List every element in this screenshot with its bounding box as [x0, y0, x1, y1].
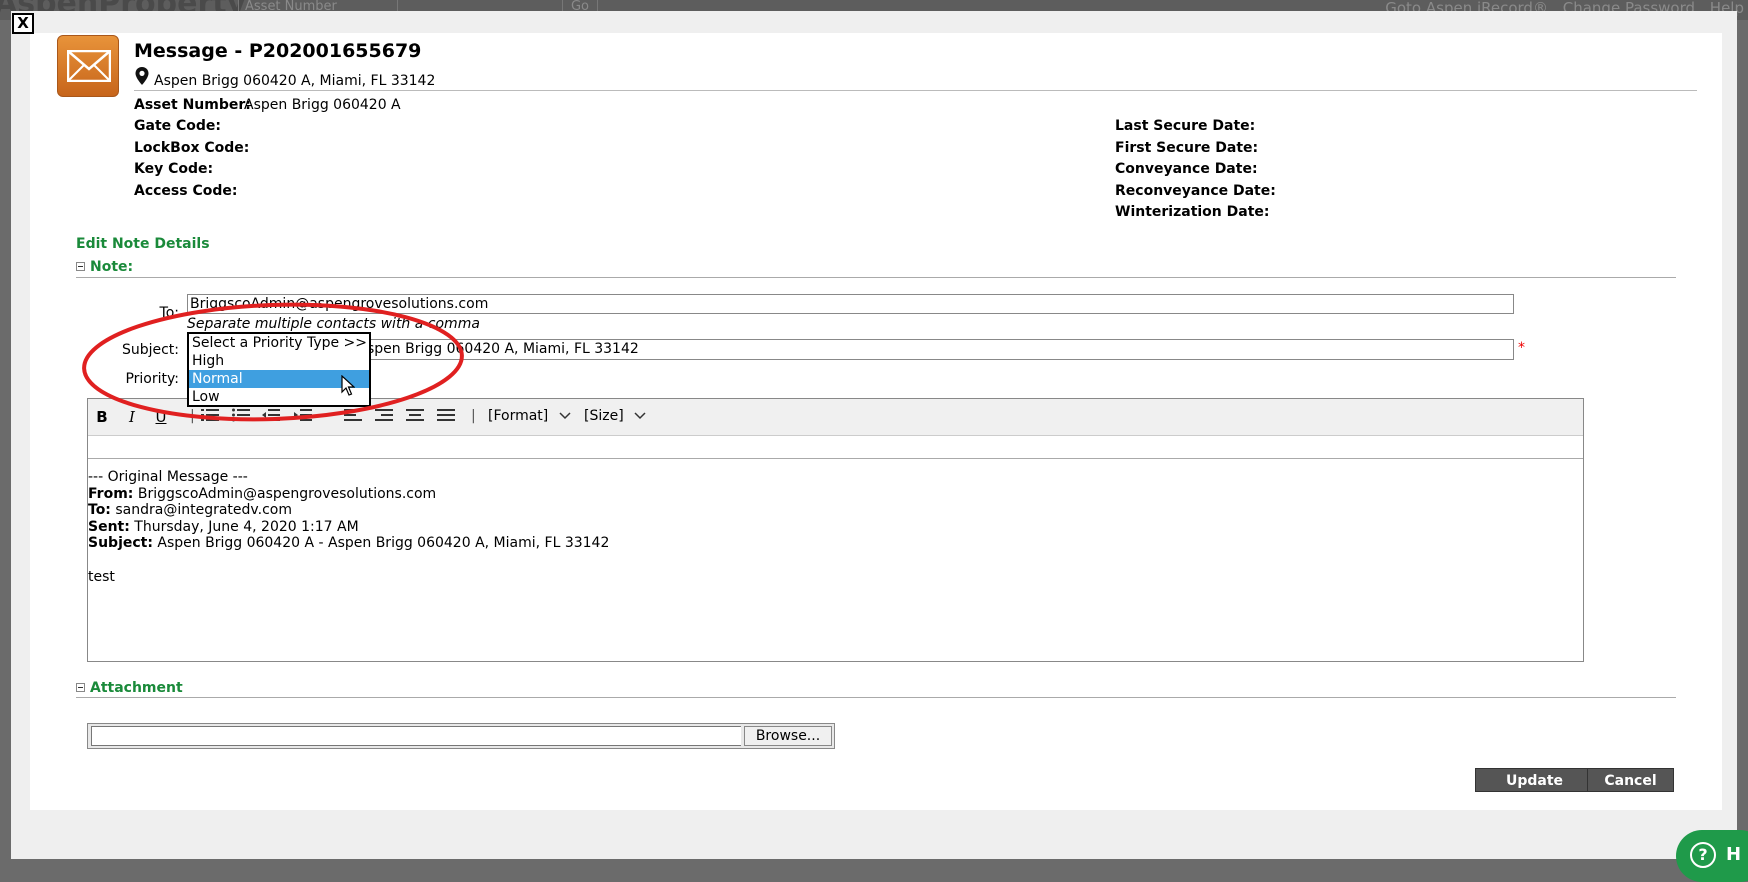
map-pin-icon — [135, 67, 149, 89]
help-icon: ? — [1690, 842, 1716, 868]
lockbox-code-label: LockBox Code: — [134, 140, 250, 156]
sent-line: Sent: Thursday, June 4, 2020 1:17 AM — [88, 519, 609, 536]
update-button[interactable]: Update — [1475, 768, 1594, 792]
subject-input[interactable]: spen Brigg 060420 A, Miami, FL 33142 — [187, 339, 1514, 360]
property-address: Aspen Brigg 060420 A, Miami, FL 33142 — [154, 73, 436, 89]
indent-icon[interactable] — [293, 407, 313, 427]
sent-value: Thursday, June 4, 2020 1:17 AM — [134, 518, 359, 535]
to-line: To: sandra@integratedv.com — [88, 502, 609, 519]
sent-label: Sent: — [88, 518, 130, 535]
file-upload[interactable]: Browse... — [87, 723, 835, 749]
priority-option-placeholder[interactable]: Select a Priority Type >> — [189, 334, 369, 352]
original-message-line: --- Original Message --- — [88, 469, 248, 485]
note-divider — [76, 277, 1676, 278]
message-editor[interactable]: B I U | | [Format] [Size] --- Original M… — [87, 398, 1584, 662]
editor-blank-row — [88, 435, 1583, 459]
message-text: test — [88, 568, 115, 585]
to-value-body: sandra@integratedv.com — [115, 502, 292, 519]
key-code-label: Key Code: — [134, 161, 214, 177]
attachment-collapse-icon[interactable] — [76, 683, 85, 692]
note-section-title[interactable]: Note: — [90, 259, 133, 275]
to-input[interactable]: BriggscoAdmin@aspengrovesolutions.com — [187, 294, 1514, 314]
envelope-icon — [57, 35, 119, 97]
subject-value-body: Aspen Brigg 060420 A - Aspen Brigg 06042… — [157, 535, 610, 552]
unordered-list-icon[interactable] — [231, 407, 251, 427]
to-label-body: To: — [88, 502, 111, 519]
last-secure-date-label: Last Secure Date: — [1115, 118, 1256, 134]
access-code-label: Access Code: — [134, 183, 238, 199]
note-collapse-icon[interactable] — [76, 262, 85, 271]
format-select[interactable]: [Format] — [488, 408, 571, 424]
format-select-label: [Format] — [488, 408, 549, 424]
attachment-divider — [76, 697, 1676, 698]
dialog-title: Message - P202001655679 — [134, 40, 422, 62]
gate-code-label: Gate Code: — [134, 118, 222, 134]
to-label: To: — [159, 305, 179, 321]
from-line: From: BriggscoAdmin@aspengrovesolutions.… — [88, 486, 609, 503]
chevron-down-icon — [559, 412, 571, 420]
italic-button[interactable]: I — [122, 407, 142, 427]
first-secure-date-label: First Secure Date: — [1115, 140, 1259, 156]
from-value: BriggscoAdmin@aspengrovesolutions.com — [137, 485, 437, 502]
browse-button[interactable]: Browse... — [744, 726, 832, 746]
close-dialog-button[interactable]: X — [12, 13, 34, 34]
bold-button[interactable]: B — [92, 407, 112, 427]
reconveyance-date-label: Reconveyance Date: — [1115, 183, 1276, 199]
align-left-icon[interactable] — [343, 407, 363, 427]
ordered-list-icon[interactable] — [200, 407, 220, 427]
header-divider — [134, 90, 1697, 91]
align-center-icon[interactable] — [405, 407, 425, 427]
subject-label: Subject: — [121, 342, 179, 358]
underline-button[interactable]: U — [151, 407, 171, 427]
from-label: From: — [88, 485, 134, 502]
attachment-section-title[interactable]: Attachment — [90, 680, 183, 696]
contacts-hint: Separate multiple contacts with a comma — [187, 316, 480, 332]
toolbar-separator: | — [190, 408, 195, 424]
priority-label: Priority: — [125, 371, 179, 387]
edit-note-details-heading: Edit Note Details — [76, 236, 210, 252]
file-path-field[interactable] — [91, 726, 741, 746]
help-label: H — [1726, 844, 1742, 865]
chevron-down-icon — [634, 412, 646, 420]
justify-icon[interactable] — [436, 407, 456, 427]
toolbar-separator-2: | — [471, 408, 476, 424]
editor-body[interactable]: --- Original Message --- From: BriggscoA… — [88, 469, 609, 585]
size-select-label: [Size] — [584, 408, 624, 424]
required-asterisk: * — [1518, 340, 1525, 356]
asset-number-label: Asset Number: — [134, 97, 251, 113]
help-button[interactable]: ? H — [1676, 830, 1748, 882]
outdent-icon[interactable] — [261, 407, 281, 427]
winterization-date-label: Winterization Date: — [1115, 204, 1270, 220]
align-right-icon[interactable] — [374, 407, 394, 427]
size-select[interactable]: [Size] — [584, 408, 646, 424]
cancel-button[interactable]: Cancel — [1587, 768, 1674, 792]
mouse-pointer-icon — [341, 374, 356, 401]
conveyance-date-label: Conveyance Date: — [1115, 161, 1258, 177]
asset-number-value: Aspen Brigg 060420 A — [244, 97, 401, 113]
subject-label-body: Subject: — [88, 535, 153, 552]
subject-line: Subject: Aspen Brigg 060420 A - Aspen Br… — [88, 535, 609, 552]
priority-option-high[interactable]: High — [189, 352, 369, 370]
